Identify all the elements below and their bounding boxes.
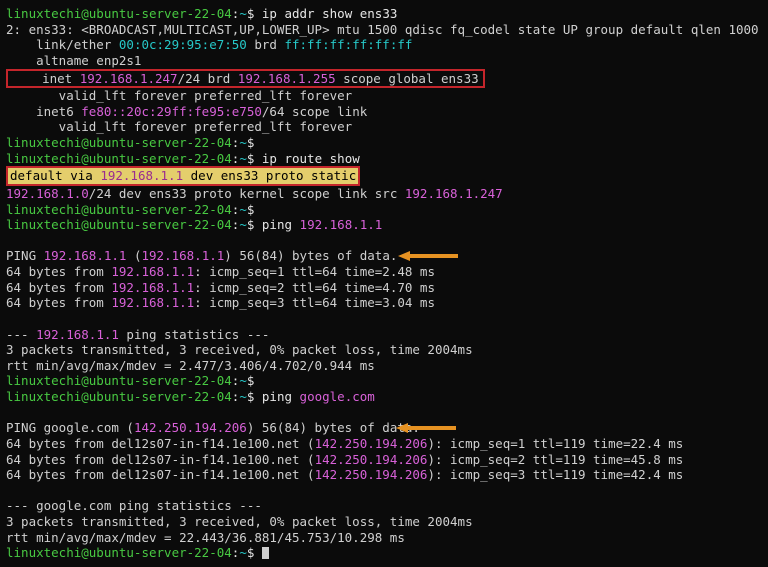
- prompt-user: linuxtechi@ubuntu-server-22-04: [6, 6, 232, 21]
- output-line: 64 bytes from 192.168.1.1: icmp_seq=1 tt…: [6, 264, 762, 280]
- output-line: rtt min/avg/max/mdev = 22.443/36.881/45.…: [6, 530, 762, 546]
- output-line: altname enp2s1: [6, 53, 762, 69]
- highlighted-route-line: default via 192.168.1.1 dev ens33 proto …: [6, 166, 762, 186]
- output-line: link/ether 00:0c:29:95:e7:50 brd ff:ff:f…: [6, 37, 762, 53]
- output-line: 192.168.1.0/24 dev ens33 proto kernel sc…: [6, 186, 762, 202]
- blank-line: [6, 483, 762, 499]
- output-line: rtt min/avg/max/mdev = 2.477/3.406/4.702…: [6, 358, 762, 374]
- prompt-line: linuxtechi@ubuntu-server-22-04:~$: [6, 202, 762, 218]
- prompt-line-active[interactable]: linuxtechi@ubuntu-server-22-04:~$: [6, 545, 762, 561]
- output-line: valid_lft forever preferred_lft forever: [6, 119, 762, 135]
- command-text: ip route show: [262, 151, 360, 166]
- prompt-line: linuxtechi@ubuntu-server-22-04:~$ ping g…: [6, 389, 762, 420]
- command-text: google.com: [300, 389, 375, 404]
- command-text: 192.168.1.1: [300, 217, 383, 232]
- arrow-left-icon: [396, 392, 456, 402]
- output-line: valid_lft forever preferred_lft forever: [6, 88, 762, 104]
- arrow-left-icon: [398, 220, 458, 230]
- output-line: PING 192.168.1.1 (192.168.1.1) 56(84) by…: [6, 248, 762, 264]
- output-line: inet6 fe80::20c:29ff:fe95:e750/64 scope …: [6, 104, 762, 120]
- output-line: 64 bytes from 192.168.1.1: icmp_seq=2 tt…: [6, 280, 762, 296]
- output-line: --- 192.168.1.1 ping statistics ---: [6, 327, 762, 343]
- output-line: 64 bytes from 192.168.1.1: icmp_seq=3 tt…: [6, 295, 762, 311]
- blank-line: [6, 311, 762, 327]
- terminal-output: linuxtechi@ubuntu-server-22-04:~$ ip add…: [6, 6, 762, 561]
- output-line: 3 packets transmitted, 3 received, 0% pa…: [6, 342, 762, 358]
- output-line: PING google.com (142.250.194.206) 56(84)…: [6, 420, 762, 436]
- prompt-line: linuxtechi@ubuntu-server-22-04:~$ ip rou…: [6, 151, 762, 167]
- output-line: --- google.com ping statistics ---: [6, 498, 762, 514]
- output-line: 64 bytes from del12s07-in-f14.1e100.net …: [6, 467, 762, 483]
- output-line: 3 packets transmitted, 3 received, 0% pa…: [6, 514, 762, 530]
- prompt-line: linuxtechi@ubuntu-server-22-04:~$: [6, 373, 762, 389]
- prompt-line: linuxtechi@ubuntu-server-22-04:~$ ping 1…: [6, 217, 762, 248]
- output-line: 2: ens33: <BROADCAST,MULTICAST,UP,LOWER_…: [6, 22, 762, 38]
- prompt-line: linuxtechi@ubuntu-server-22-04:~$: [6, 135, 762, 151]
- output-line: 64 bytes from del12s07-in-f14.1e100.net …: [6, 436, 762, 452]
- command-text: ip addr show ens33: [262, 6, 397, 21]
- highlighted-inet-line: inet 192.168.1.247/24 brd 192.168.1.255 …: [6, 69, 762, 89]
- cursor-icon: [262, 547, 269, 559]
- output-line: 64 bytes from del12s07-in-f14.1e100.net …: [6, 452, 762, 468]
- prompt-line: linuxtechi@ubuntu-server-22-04:~$ ip add…: [6, 6, 762, 22]
